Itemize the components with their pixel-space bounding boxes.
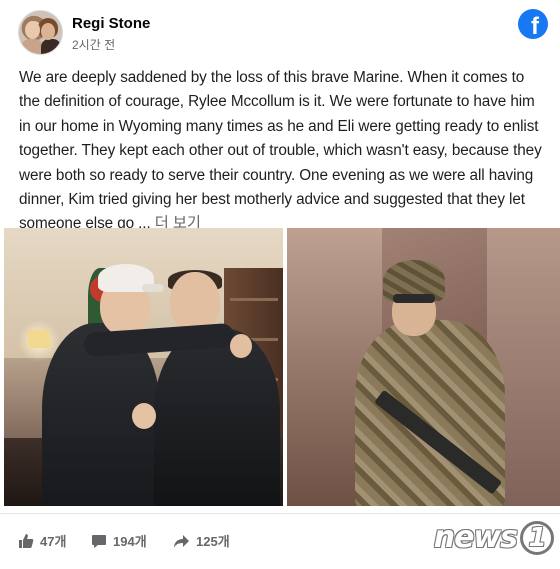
photo-grid	[4, 228, 560, 508]
facebook-logo-letter: f	[531, 13, 539, 39]
photo-two-young-men[interactable]	[4, 228, 283, 506]
comment-count-label: 194개	[113, 534, 147, 549]
author-name[interactable]: Regi Stone	[72, 15, 150, 32]
watermark-number: 1	[520, 520, 554, 555]
facebook-icon: f	[518, 9, 548, 39]
news1-watermark: news 1	[434, 520, 554, 555]
post-header: Regi Stone 2시간 전 f	[18, 9, 548, 59]
post-text: We are deeply saddened by the loss of th…	[19, 66, 549, 237]
like-count[interactable]: 47개	[18, 531, 66, 550]
post-card: Regi Stone 2시간 전 f We are deeply saddene…	[0, 0, 560, 569]
post-body: We are deeply saddened by the loss of th…	[19, 69, 542, 233]
thumbs-up-icon	[19, 533, 34, 548]
comment-count[interactable]: 194개	[91, 531, 147, 550]
share-count[interactable]: 125개	[173, 531, 230, 550]
post-timestamp[interactable]: 2시간 전	[72, 36, 115, 53]
comment-icon	[92, 534, 106, 548]
watermark-text: news	[433, 520, 518, 555]
photo-marine-soldier[interactable]	[287, 228, 560, 506]
share-arrow-icon	[174, 534, 189, 548]
like-count-label: 47개	[40, 534, 67, 549]
share-count-label: 125개	[196, 534, 230, 549]
divider	[0, 513, 560, 514]
avatar[interactable]	[18, 10, 63, 55]
